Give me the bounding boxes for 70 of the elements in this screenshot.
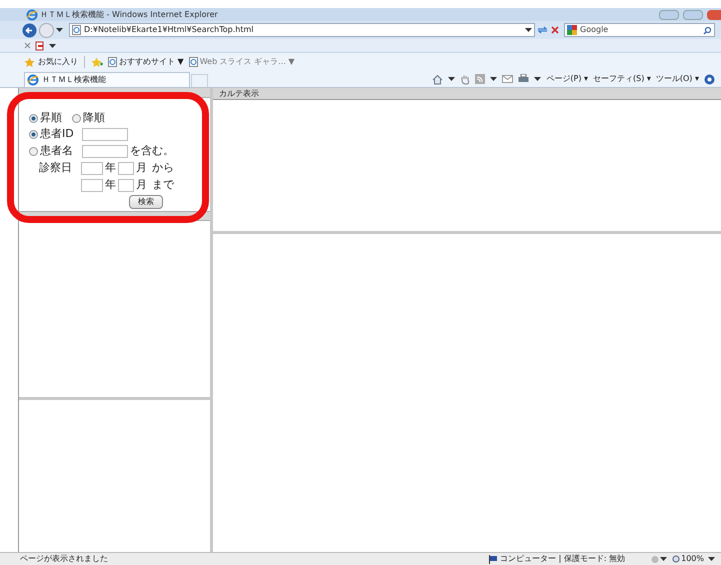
unit-text: 年 (105, 176, 116, 193)
browser-logo-icon (26, 8, 38, 20)
unit-text: 月 (136, 176, 147, 193)
flag-icon (488, 554, 498, 564)
hand-icon[interactable] (460, 74, 470, 84)
input-field[interactable] (118, 178, 134, 192)
address-caret-icon[interactable] (525, 27, 532, 33)
zoom-icon[interactable] (671, 554, 680, 564)
command-menu[interactable]: ツール(O) ▾ (656, 73, 699, 85)
printer-icon[interactable] (518, 74, 530, 84)
window-title: ＨＴＭＬ検索機能 - Windows Internet Explorer (40, 8, 218, 20)
feed-caret-icon[interactable] (490, 76, 498, 82)
range-text: まで (152, 176, 174, 193)
radio-button[interactable] (29, 146, 38, 156)
page-icon (108, 57, 117, 67)
range-text: から (152, 160, 174, 176)
feed-icon[interactable] (475, 74, 486, 84)
favorites-link[interactable]: Web スライス ギャラ... ▼ (200, 56, 295, 68)
command-menu[interactable]: ページ(P) ▾ (546, 73, 588, 85)
home-caret-icon[interactable] (448, 76, 456, 82)
zoom-level[interactable]: 100% (681, 553, 704, 565)
radio-label: 昇順 (40, 110, 62, 126)
radio-label: 降順 (83, 110, 105, 126)
history-caret-icon[interactable] (56, 27, 63, 33)
input-field[interactable] (82, 144, 128, 158)
search-icon[interactable] (703, 26, 712, 34)
radio-label: 患者ID (40, 126, 75, 142)
radio-button[interactable] (29, 130, 38, 138)
input-field[interactable] (82, 128, 128, 140)
search-field[interactable]: Google (564, 23, 715, 37)
unit-text: 年 (105, 160, 116, 176)
maximize-button[interactable] (683, 10, 703, 20)
help-icon[interactable] (704, 74, 715, 84)
home-icon[interactable] (432, 74, 444, 84)
command-menu[interactable]: セーフティ(S) ▾ (593, 73, 651, 85)
radio-button[interactable] (72, 114, 81, 122)
favorites-button[interactable]: お気に入り (38, 56, 78, 68)
settings-caret-icon[interactable] (660, 556, 668, 562)
refresh-icon[interactable] (537, 25, 548, 35)
favorites-link[interactable]: おすすめサイト ▼ (119, 56, 184, 68)
print-caret-icon[interactable] (534, 76, 542, 82)
search-engine-logo-icon (567, 25, 577, 35)
input-field[interactable] (81, 178, 103, 192)
add-favorite-icon[interactable] (91, 56, 103, 68)
minimize-button[interactable] (659, 10, 679, 20)
mail-icon[interactable] (502, 75, 514, 83)
panel-header: カルテ表示 (219, 88, 259, 100)
addon-icon[interactable] (35, 40, 45, 50)
suffix-text: を含む。 (130, 142, 174, 159)
unit-text: 月 (136, 160, 147, 176)
zoom-caret-icon[interactable] (708, 556, 715, 562)
page-icon (72, 25, 81, 35)
status-text: ページが表示されました (20, 553, 108, 565)
address-field[interactable]: D:¥Notelib¥Ekarte1¥Html¥SearchTop.html (69, 23, 535, 37)
page-icon (188, 57, 198, 67)
close-button[interactable] (707, 10, 721, 20)
close-icon[interactable] (24, 42, 31, 49)
zone-text: コンピューター | 保護モード: 無効 (500, 553, 626, 565)
back-button[interactable] (22, 22, 37, 38)
date-label: 診察日 (39, 160, 72, 174)
input-field[interactable] (81, 162, 103, 174)
addon-caret-icon[interactable] (49, 42, 56, 48)
browser-logo-icon (27, 74, 39, 86)
radio-label: 患者名 (40, 142, 74, 159)
radio-button[interactable] (29, 114, 38, 122)
search-button[interactable]: 検索 (129, 195, 163, 209)
input-field[interactable] (118, 162, 134, 174)
star-icon[interactable] (24, 56, 35, 68)
stop-icon[interactable] (550, 25, 560, 35)
browser-tab[interactable]: ＨＴＭＬ検索機能 (24, 72, 190, 87)
